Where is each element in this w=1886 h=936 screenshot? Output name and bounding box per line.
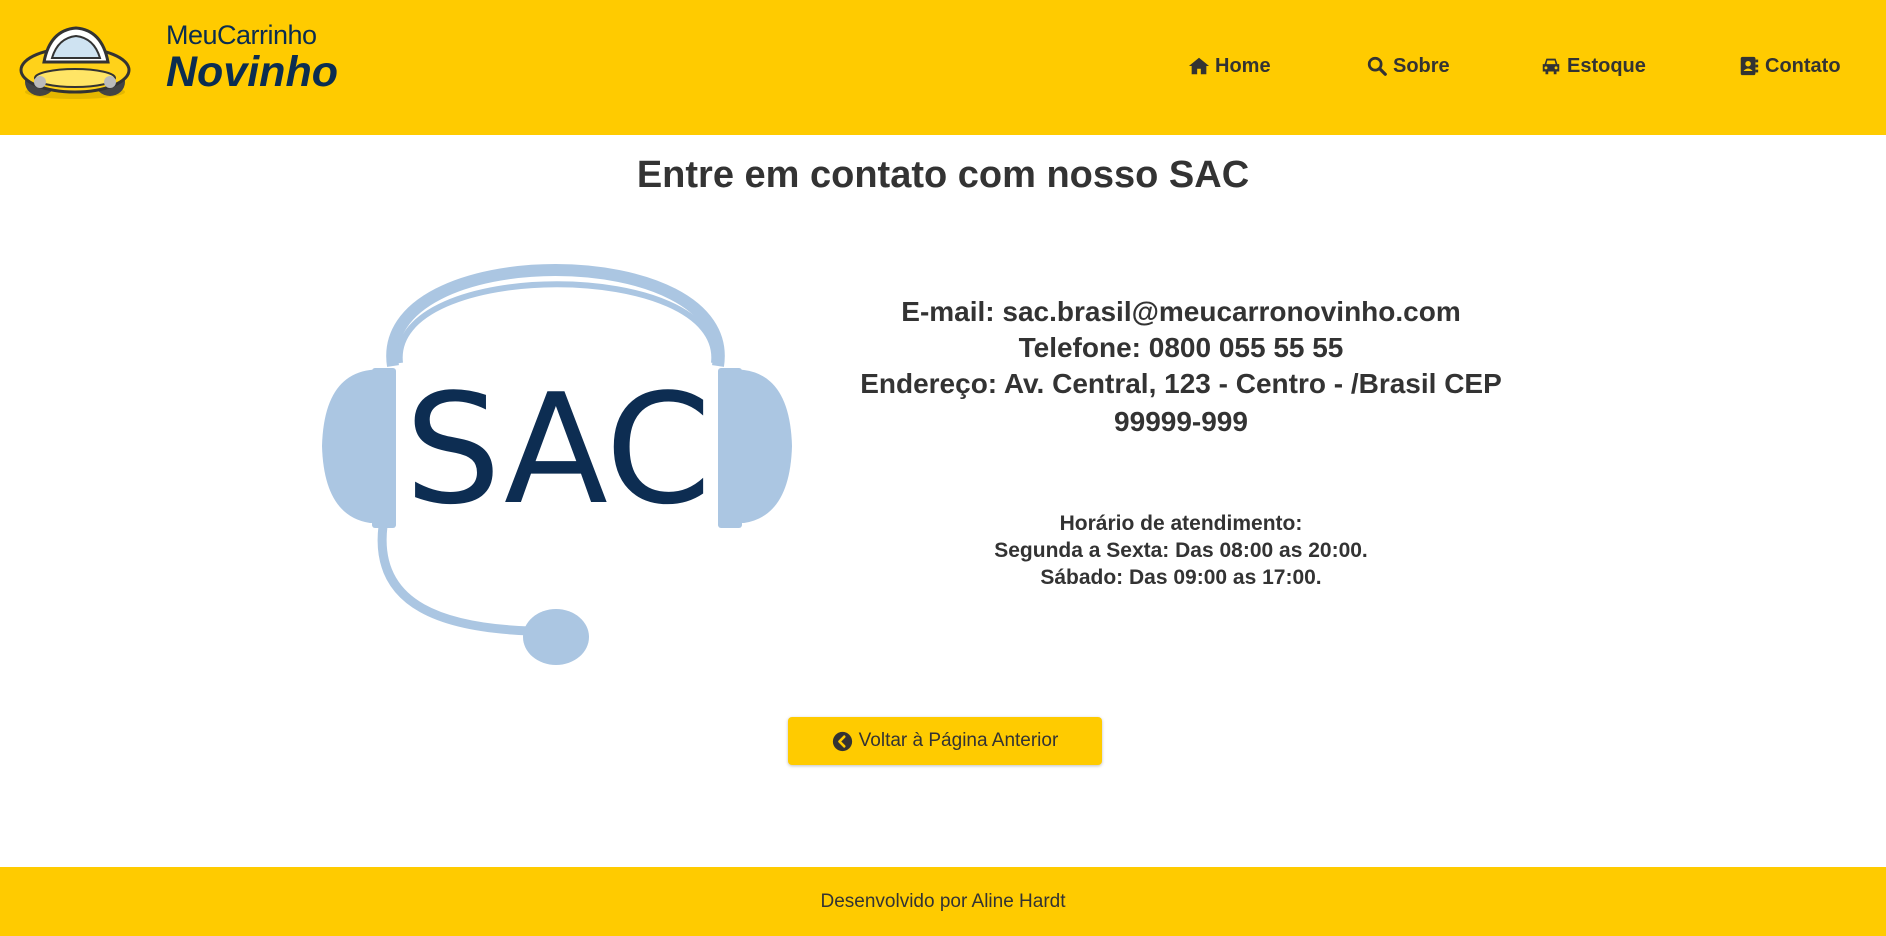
car-logo-icon <box>19 26 131 99</box>
back-button[interactable]: Voltar à Página Anterior <box>788 717 1102 765</box>
contact-info: E-mail: sac.brasil@meucarronovinho.com T… <box>830 294 1532 440</box>
service-hours-saturday: Sábado: Das 09:00 as 17:00. <box>1040 566 1322 589</box>
contact-phone: Telefone: 0800 055 55 55 <box>1018 332 1344 363</box>
service-hours: Horário de atendimento: Segunda a Sexta:… <box>830 510 1532 591</box>
brand-name: MeuCarrinho Novinho <box>166 18 376 104</box>
headset-icon: SAC <box>322 264 792 665</box>
contact-address-line1: Endereço: Av. Central, 123 - Centro - /B… <box>860 368 1502 399</box>
search-icon <box>1367 56 1387 76</box>
service-hours-title: Horário de atendimento: <box>1059 512 1303 535</box>
nav-item-estoque[interactable]: Estoque <box>1540 50 1646 82</box>
address-book-icon <box>1740 56 1759 76</box>
contact-email: E-mail: sac.brasil@meucarronovinho.com <box>901 296 1461 327</box>
sac-illustration-text: SAC <box>405 361 712 538</box>
site-footer: Desenvolvido por Aline Hardt <box>0 867 1886 936</box>
nav-item-home[interactable]: Home <box>1188 50 1271 82</box>
nav-item-label: Sobre <box>1393 54 1450 77</box>
nav-item-contato[interactable]: Contato <box>1738 50 1841 82</box>
brand-name-small: MeuCarrinho <box>166 20 317 50</box>
home-icon <box>1188 57 1210 75</box>
nav-item-label: Estoque <box>1567 54 1646 77</box>
site-header: MeuCarrinho Novinho Home Sobre Estoque C… <box>0 0 1886 135</box>
nav-item-sobre[interactable]: Sobre <box>1366 50 1450 82</box>
page-title: Entre em contato com nosso SAC <box>636 154 1250 196</box>
chevron-circle-left-icon <box>832 731 852 751</box>
brand-logo[interactable]: MeuCarrinho Novinho <box>16 18 366 104</box>
car-icon <box>1542 58 1560 75</box>
brand-name-big: Novinho <box>166 48 338 96</box>
contact-address-line2: 99999-999 <box>1114 406 1248 437</box>
contact-address: Endereço: Av. Central, 123 - Centro - /B… <box>830 366 1532 440</box>
footer-credit: Desenvolvido por Aline Hardt <box>820 890 1066 912</box>
nav-item-label: Home <box>1215 54 1271 77</box>
nav-item-label: Contato <box>1765 54 1841 77</box>
back-button-label: Voltar à Página Anterior <box>858 730 1059 751</box>
service-hours-weekdays: Segunda a Sexta: Das 08:00 as 20:00. <box>994 539 1368 562</box>
